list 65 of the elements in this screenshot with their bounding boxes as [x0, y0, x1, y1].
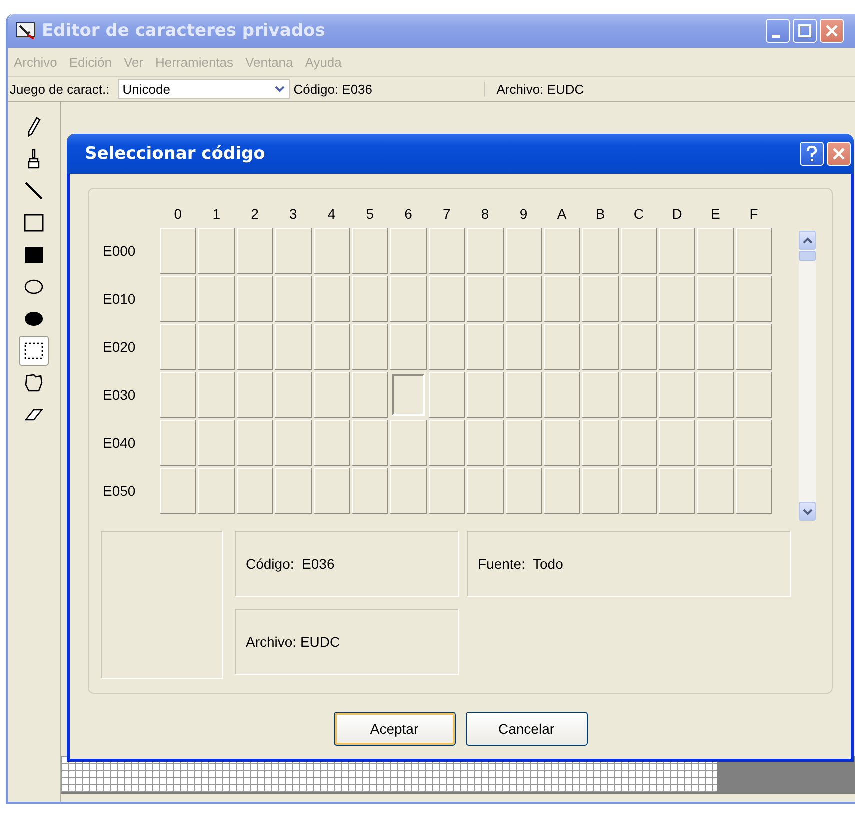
- close-button[interactable]: [827, 142, 851, 166]
- menu-item[interactable]: Herramientas: [156, 54, 234, 70]
- dialog-title: Seleccionar código: [85, 144, 266, 164]
- code-text: Código: E036: [246, 556, 335, 572]
- help-icon: [806, 146, 818, 162]
- scroll-down-button[interactable]: [799, 502, 816, 521]
- column-header: 7: [442, 206, 452, 222]
- column-header: 0: [173, 206, 184, 222]
- cancel-button[interactable]: Cancelar: [466, 712, 588, 746]
- filled-ellipse-icon: [24, 311, 44, 327]
- close-button[interactable]: [820, 19, 844, 43]
- character-cell[interactable]: [392, 374, 425, 416]
- rectangle-icon: [24, 214, 44, 232]
- brush-icon: [27, 149, 41, 169]
- maximize-icon: [798, 24, 812, 38]
- maximize-button[interactable]: [793, 19, 817, 43]
- column-header: 9: [518, 206, 529, 222]
- font-text: Fuente: Todo: [478, 556, 564, 572]
- charset-dropdown[interactable]: Unicode: [118, 79, 290, 99]
- column-header: 6: [404, 206, 414, 222]
- file-indicator: Archivo: EUDC: [496, 82, 584, 96]
- column-header: 8: [480, 206, 490, 222]
- minimize-icon: [772, 34, 780, 38]
- row-header: E020: [102, 339, 137, 355]
- menu-item[interactable]: Archivo: [14, 54, 58, 70]
- column-header: 3: [288, 206, 298, 222]
- menu-item[interactable]: Ver: [124, 54, 144, 70]
- row-header: E040: [102, 435, 137, 451]
- accept-button[interactable]: Aceptar: [334, 712, 456, 746]
- charset-label: Juego de caract.:: [9, 82, 111, 96]
- vertical-scrollbar[interactable]: [799, 231, 816, 521]
- menu-item[interactable]: Edición: [69, 54, 112, 70]
- row-header: E000: [102, 243, 137, 259]
- row-header: E030: [102, 387, 137, 403]
- pencil-icon: [27, 117, 41, 137]
- ellipse-icon: [24, 279, 44, 295]
- scroll-thumb[interactable]: [799, 251, 816, 261]
- filled-rectangle-icon: [24, 246, 44, 264]
- column-header: B: [594, 206, 606, 222]
- app-icon: [16, 22, 36, 40]
- column-header: F: [748, 206, 760, 222]
- file-text: Archivo: EUDC: [246, 634, 340, 650]
- column-header: A: [556, 206, 568, 222]
- freeform-selection-icon: [24, 373, 44, 393]
- column-header: D: [671, 206, 684, 222]
- line-icon: [24, 181, 44, 201]
- close-icon: [832, 147, 846, 161]
- column-header: E: [710, 206, 722, 222]
- menu-item[interactable]: Ayuda: [305, 54, 342, 70]
- row-header: E050: [102, 483, 137, 499]
- menu-item[interactable]: Ventana: [246, 54, 294, 70]
- code-indicator: Código: E036: [290, 82, 485, 96]
- window-title: Editor de caracteres privados: [42, 21, 326, 41]
- column-header: 4: [326, 206, 337, 222]
- tool-button[interactable]: [19, 336, 49, 366]
- close-icon: [825, 24, 839, 38]
- scroll-up-button[interactable]: [799, 231, 816, 250]
- column-header: 5: [365, 206, 376, 222]
- rectangle-selection-icon: [24, 342, 44, 360]
- column-header: 2: [250, 206, 260, 222]
- help-button[interactable]: [800, 142, 824, 166]
- row-header: E010: [102, 291, 137, 307]
- minimize-button[interactable]: [766, 19, 790, 43]
- column-header: 1: [212, 206, 222, 222]
- column-header: C: [632, 206, 645, 222]
